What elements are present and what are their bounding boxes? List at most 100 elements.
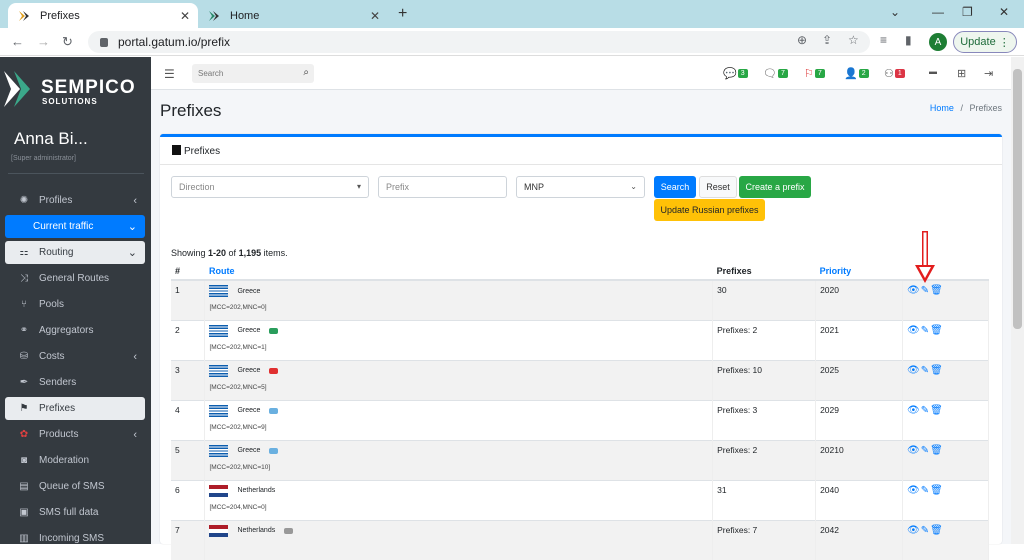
media-icon[interactable]: ≡ [880,33,887,47]
delete-trash-icon[interactable]: 🗑 [930,325,944,336]
home-favicon-icon [208,9,222,23]
update-button[interactable]: Update ⋮ [953,31,1017,53]
reload-icon[interactable]: ↻ [62,34,73,50]
table-row: 5 Greece [MCC=202,MNC=10] Prefixes: 2 20210 👁… [171,439,989,480]
card-header: Prefixes [160,137,1002,165]
hamburger-menu-icon[interactable]: ☰ [164,67,175,81]
sidebar-item-routing[interactable]: ⚏ Routing ⌄ [5,241,145,264]
delete-trash-icon[interactable]: 🗑 [930,525,944,536]
messages-icon[interactable]: 🗨 7 [763,67,788,80]
close-window-icon[interactable]: ✕ [999,5,1009,19]
sidepanel-icon[interactable]: ▮ [905,33,912,47]
view-eye-icon[interactable]: 👁 [907,405,921,416]
sidebar-divider [8,173,144,174]
sidebar-item-current-traffic[interactable]: Current traffic ⌄ [5,215,145,238]
create-prefix-button[interactable]: Create a prefix [739,176,811,198]
edit-icon[interactable]: ✎ [921,485,930,496]
operator-logo [269,407,279,414]
sidebar-item-incoming-sms[interactable]: ▥ Incoming SMS [5,527,145,550]
chevron-down-icon[interactable]: ⌄ [890,5,900,19]
sidebar-item-moderation[interactable]: ◙ Moderation [5,449,145,472]
country-flag-icon [209,524,229,537]
view-eye-icon[interactable]: 👁 [907,525,921,536]
direction-select[interactable]: Direction ▾ [171,176,369,198]
sidebar-item-queue-of-sms[interactable]: ▤ Queue of SMS [5,475,145,498]
profile-avatar[interactable]: A [929,33,947,51]
sidebar-item-general-routes[interactable]: ⤨ General Routes [5,267,145,290]
sidebar-item-label: Queue of SMS [39,481,105,492]
prefix-input[interactable]: Prefix [378,176,507,198]
delete-trash-icon[interactable]: 🗑 [930,285,944,296]
edit-icon[interactable]: ✎ [921,325,930,336]
reset-button[interactable]: Reset [699,176,737,198]
support-icon[interactable]: ⚇ 1 [884,67,905,80]
forward-icon[interactable]: → [37,34,50,49]
delete-trash-icon[interactable]: 🗑 [930,445,944,456]
view-eye-icon[interactable]: 👁 [907,285,921,296]
sidebar-item-products[interactable]: ✿ Products ‹ [5,423,145,446]
close-tab-icon[interactable]: ✕ [180,9,190,23]
logout-icon[interactable]: ⇥ [984,67,993,80]
breadcrumb-home-link[interactable]: Home [930,103,954,113]
grid-icon[interactable]: ⊞ [957,67,966,80]
view-eye-icon[interactable]: 👁 [907,325,921,336]
sempico-logo[interactable]: SEMPICO SOLUTIONS [0,57,151,122]
language-flag-icon[interactable]: ▬ [929,67,937,76]
scrollbar-thumb[interactable] [1013,69,1022,329]
row-number: 3 [171,359,206,400]
sidebar-item-pools[interactable]: ⑂ Pools [5,293,145,316]
sidebar-item-prefixes[interactable]: ⚑ Prefixes [5,397,145,420]
search-icon[interactable]: ⌕ [303,67,309,78]
delete-trash-icon[interactable]: 🗑 [930,485,944,496]
sidebar-item-costs[interactable]: ⛁ Costs ‹ [5,345,145,368]
edit-icon[interactable]: ✎ [921,445,930,456]
column-header-route[interactable]: Route [204,262,713,281]
edit-icon[interactable]: ✎ [921,525,930,536]
top-navbar: ☰ Search ⌕ 💬 3 🗨 7 ⚐ 7 👤 2 ⚇ 1 ▬ ⊞ ⇥ [151,57,1011,90]
table-header-row: # Route Prefixes Priority [171,262,989,281]
delete-trash-icon[interactable]: 🗑 [930,365,944,376]
column-header-priority[interactable]: Priority [815,262,903,281]
update-russian-prefixes-button[interactable]: Update Russian prefixes [654,199,765,221]
users-icon[interactable]: 👤 2 [844,67,869,80]
page-title: Prefixes [160,101,222,120]
brand-name: SEMPICO [41,77,136,98]
prefixes-cell: Prefixes: 2 [712,439,817,480]
queue-icon: ▤ [19,481,29,492]
view-eye-icon[interactable]: 👁 [907,485,921,496]
bookmark-star-icon[interactable]: ☆ [848,33,859,47]
operator-logo [269,367,279,374]
address-bar[interactable]: portal.gatum.io/prefix [88,31,870,53]
page-scrollbar[interactable] [1011,57,1024,544]
sidebar-item-label: Moderation [39,455,90,466]
sidebar-item-sms-full-data[interactable]: ▣ SMS full data [5,501,145,524]
sidebar: SEMPICO SOLUTIONS Anna Bi... [Super admi… [0,57,151,544]
sidebar-item-label: General Routes [39,273,110,284]
alerts-icon[interactable]: ⚐ 7 [804,67,825,80]
senders-icon: ✒ [19,377,29,388]
edit-icon[interactable]: ✎ [921,365,930,376]
sidebar-item-aggregators[interactable]: ⚭ Aggregators [5,319,145,342]
delete-trash-icon[interactable]: 🗑 [930,405,944,416]
share-icon[interactable]: ⇪ [822,33,832,47]
sidebar-item-profiles[interactable]: ✺ Profiles ‹ [5,189,145,212]
search-button[interactable]: Search [654,176,696,198]
chat-icon[interactable]: 💬 3 [723,67,748,80]
zoom-icon[interactable]: ⊕ [797,33,807,47]
table-row: 4 Greece [MCC=202,MNC=9] Prefixes: 3 2029 👁✎🗑 [171,399,989,440]
new-tab-icon[interactable]: + [398,5,407,23]
browser-tab-prefixes[interactable]: Prefixes ✕ [8,3,198,28]
mnp-select[interactable]: MNP ⌄ [516,176,645,198]
browser-tab-home[interactable]: Home ✕ [198,3,388,28]
user-name[interactable]: Anna Bi... [14,129,88,149]
back-icon[interactable]: ← [11,34,24,49]
edit-icon[interactable]: ✎ [921,285,930,296]
search-input[interactable]: Search ⌕ [192,64,314,83]
sidebar-item-senders[interactable]: ✒ Senders [5,371,145,394]
minimize-icon[interactable]: — [932,5,944,19]
view-eye-icon[interactable]: 👁 [907,365,921,376]
edit-icon[interactable]: ✎ [921,405,930,416]
view-eye-icon[interactable]: 👁 [907,445,921,456]
close-tab-icon[interactable]: ✕ [370,9,380,23]
restore-icon[interactable]: ❐ [962,5,973,19]
